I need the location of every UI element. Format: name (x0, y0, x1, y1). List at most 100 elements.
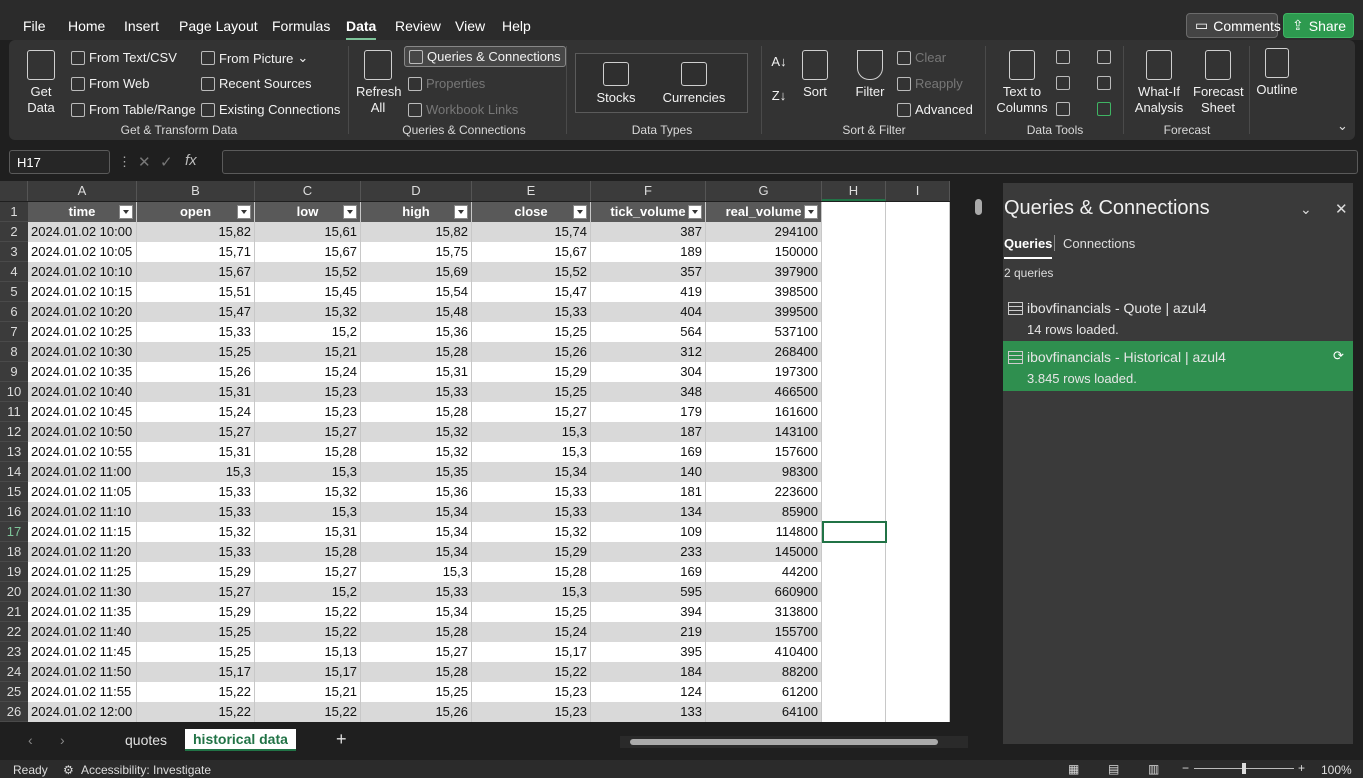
menu-formulas[interactable]: Formulas (272, 18, 330, 34)
table-cell[interactable]: 15,22 (255, 702, 361, 722)
row-header[interactable]: 14 (0, 462, 28, 482)
table-cell[interactable]: 395 (591, 642, 706, 662)
table-cell[interactable]: 15,25 (472, 382, 591, 402)
text-to-columns-button[interactable]: Text to Columns (995, 50, 1049, 116)
table-cell[interactable]: 312 (591, 342, 706, 362)
row-header[interactable]: 19 (0, 562, 28, 582)
add-sheet-icon[interactable]: + (336, 729, 347, 750)
empty-cell[interactable] (886, 502, 950, 522)
refresh-query-icon[interactable]: ⟳ (1333, 348, 1344, 364)
table-cell[interactable]: 268400 (706, 342, 822, 362)
table-cell[interactable]: 15,52 (255, 262, 361, 282)
advanced-button[interactable]: Advanced (897, 102, 973, 117)
table-cell[interactable]: 15,34 (472, 462, 591, 482)
properties-button[interactable]: Properties (408, 76, 485, 91)
query-item[interactable]: ibovfinancials - Historical | azul4 3.84… (1003, 341, 1353, 391)
table-cell[interactable]: 15,3 (472, 422, 591, 442)
table-cell[interactable]: 15,36 (361, 482, 472, 502)
row-header[interactable]: 6 (0, 302, 28, 322)
table-cell[interactable]: 2024.01.02 11:05 (28, 482, 137, 502)
empty-cell[interactable] (886, 522, 950, 542)
column-header-a[interactable]: A (28, 181, 137, 201)
table-cell[interactable]: 169 (591, 442, 706, 462)
row-header[interactable]: 3 (0, 242, 28, 262)
from-table-range-button[interactable]: From Table/Range (71, 102, 196, 117)
table-cell[interactable]: 219 (591, 622, 706, 642)
row-header[interactable]: 4 (0, 262, 28, 282)
table-cell[interactable]: 15,24 (472, 622, 591, 642)
table-cell[interactable]: 15,22 (137, 682, 255, 702)
table-cell[interactable]: 399500 (706, 302, 822, 322)
empty-cell[interactable] (822, 422, 886, 442)
sort-button[interactable]: Sort (797, 50, 833, 100)
empty-cell[interactable] (822, 702, 886, 722)
empty-cell[interactable] (822, 302, 886, 322)
row-header[interactable]: 9 (0, 362, 28, 382)
table-cell[interactable]: 187 (591, 422, 706, 442)
row-header[interactable]: 25 (0, 682, 28, 702)
menu-file[interactable]: File (23, 18, 46, 34)
table-cell[interactable]: 15,33 (137, 542, 255, 562)
table-cell[interactable]: 15,23 (472, 682, 591, 702)
row-header[interactable]: 5 (0, 282, 28, 302)
table-cell[interactable]: 44200 (706, 562, 822, 582)
table-cell[interactable]: 313800 (706, 602, 822, 622)
table-cell[interactable]: 15,3 (361, 562, 472, 582)
table-cell[interactable]: 85900 (706, 502, 822, 522)
menu-help[interactable]: Help (502, 18, 531, 34)
empty-cell[interactable] (822, 482, 886, 502)
column-header-i[interactable]: I (886, 181, 950, 201)
from-picture-button[interactable]: From Picture ⌄ (201, 50, 308, 66)
table-cell[interactable]: 2024.01.02 11:10 (28, 502, 137, 522)
table-cell[interactable]: 2024.01.02 11:40 (28, 622, 137, 642)
row-header[interactable]: 12 (0, 422, 28, 442)
table-cell[interactable]: 15,3 (255, 502, 361, 522)
menu-review[interactable]: Review (395, 18, 441, 34)
table-cell[interactable]: 15,28 (361, 342, 472, 362)
table-cell[interactable]: 2024.01.02 12:00 (28, 702, 137, 722)
table-cell[interactable]: 419 (591, 282, 706, 302)
row-header[interactable]: 7 (0, 322, 28, 342)
row-header[interactable]: 2 (0, 222, 28, 242)
vertical-scrollbar[interactable] (971, 183, 987, 725)
table-cell[interactable]: 15,27 (472, 402, 591, 422)
table-cell[interactable]: 357 (591, 262, 706, 282)
name-box[interactable]: H17 (9, 150, 110, 174)
table-cell[interactable]: 157600 (706, 442, 822, 462)
filter-dropdown-icon[interactable] (688, 205, 702, 219)
refresh-all-button[interactable]: Refresh All (356, 50, 402, 116)
formula-input[interactable] (222, 150, 1358, 174)
column-header-h[interactable]: H (822, 181, 886, 201)
table-cell[interactable]: 15,3 (472, 442, 591, 462)
table-cell[interactable]: 348 (591, 382, 706, 402)
empty-cell[interactable] (822, 402, 886, 422)
table-cell[interactable]: 15,33 (472, 502, 591, 522)
page-layout-view-icon[interactable]: ▤ (1108, 762, 1119, 776)
table-cell[interactable]: 15,24 (255, 362, 361, 382)
outline-button[interactable]: Outline (1255, 48, 1299, 98)
filter-dropdown-icon[interactable] (454, 205, 468, 219)
empty-cell[interactable] (822, 542, 886, 562)
table-cell[interactable]: 15,22 (472, 662, 591, 682)
filter-dropdown-icon[interactable] (343, 205, 357, 219)
table-cell[interactable]: 15,28 (255, 542, 361, 562)
table-cell[interactable]: 15,32 (472, 522, 591, 542)
table-header-cell[interactable]: close (472, 202, 591, 222)
table-cell[interactable]: 2024.01.02 11:30 (28, 582, 137, 602)
table-cell[interactable]: 2024.01.02 10:40 (28, 382, 137, 402)
empty-cell[interactable] (886, 562, 950, 582)
zoom-slider-thumb[interactable] (1242, 763, 1246, 774)
table-cell[interactable]: 397900 (706, 262, 822, 282)
table-cell[interactable]: 15,82 (137, 222, 255, 242)
empty-cell[interactable] (886, 482, 950, 502)
empty-cell[interactable] (886, 442, 950, 462)
table-cell[interactable]: 181 (591, 482, 706, 502)
what-if-analysis-button[interactable]: What-If Analysis (1127, 50, 1191, 116)
table-cell[interactable]: 15,67 (472, 242, 591, 262)
empty-cell[interactable] (886, 302, 950, 322)
table-cell[interactable]: 2024.01.02 11:50 (28, 662, 137, 682)
table-cell[interactable]: 15,26 (361, 702, 472, 722)
enter-icon[interactable]: ✓ (160, 153, 173, 171)
table-cell[interactable]: 15,32 (137, 522, 255, 542)
table-header-cell[interactable]: low (255, 202, 361, 222)
